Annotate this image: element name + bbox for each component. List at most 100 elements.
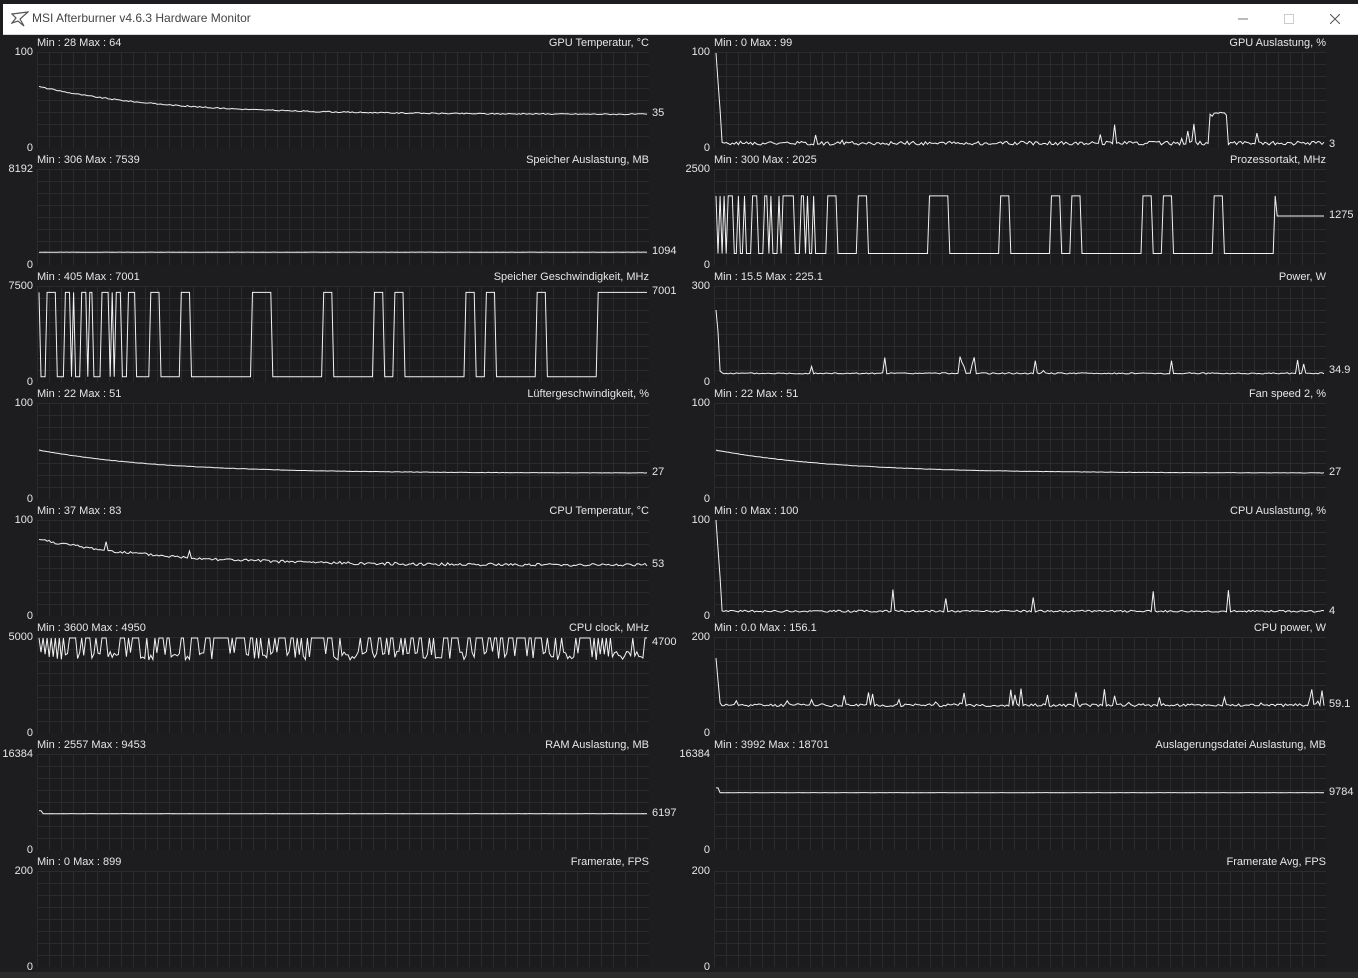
graph-panel-ram-usage[interactable]: Min : 2557 Max : 9453 RAM Auslastung, MB 1… xyxy=(2,738,676,856)
maximize-icon xyxy=(1284,14,1294,24)
graph-title: Framerate Avg, FPS xyxy=(1226,856,1326,868)
graph-line-framerate xyxy=(37,871,649,967)
graph-plot-area[interactable] xyxy=(37,286,649,382)
y-axis-min-label: 0 xyxy=(703,610,710,622)
series-line xyxy=(38,539,648,567)
y-axis-min-label: 0 xyxy=(26,727,33,739)
y-axis-min-label: 0 xyxy=(703,493,710,505)
maximize-button[interactable] xyxy=(1266,4,1312,34)
graph-panel-cpu-temp[interactable]: Min : 37 Max : 83 CPU Temperatur, °C 100 0 5… xyxy=(15,504,665,622)
graph-plot-area[interactable] xyxy=(714,519,1326,616)
current-value-label: 34.9 xyxy=(1329,363,1351,376)
graph-panel-mem-clock[interactable]: Min : 405 Max : 7001 Speicher Geschwindig… xyxy=(9,270,677,388)
graph-plot-area[interactable] xyxy=(714,871,1326,967)
graph-panel-framerate-avg[interactable]: Framerate Avg, FPS 200 0 xyxy=(692,855,1326,973)
graph-plot-area[interactable] xyxy=(714,52,1326,148)
series-line xyxy=(38,85,648,116)
series-line xyxy=(38,637,647,662)
graph-min-max-label: Min : 405 Max : 7001 xyxy=(37,271,140,283)
graph-line-framerate-avg xyxy=(714,871,1326,967)
graph-min-max-label: Min : 300 Max : 2025 xyxy=(714,154,817,166)
y-axis-min-label: 0 xyxy=(703,844,710,856)
y-axis-max-label: 16384 xyxy=(679,748,710,760)
graph-panel-core-clock[interactable]: Min : 300 Max : 2025 Prozessortakt, MHz 25… xyxy=(686,153,1354,271)
graph-panel-power[interactable]: Min : 15.5 Max : 225.1 Power, W 300 0 34.9 xyxy=(692,270,1351,388)
graph-plot-area[interactable] xyxy=(37,520,649,616)
graph-title: CPU power, W xyxy=(1253,622,1326,634)
graph-line-gpu-load xyxy=(715,52,1325,147)
graph-title: Framerate, FPS xyxy=(570,856,649,868)
y-axis-min-label: 0 xyxy=(703,376,710,388)
graph-plot-area[interactable] xyxy=(37,637,649,733)
y-axis-max-label: 8192 xyxy=(8,163,33,175)
graph-line-mem-clock xyxy=(38,291,647,378)
graph-panel-fan-speed[interactable]: Min : 22 Max : 51 Lüftergeschwindigkeit, … xyxy=(15,387,665,505)
graph-min-max-label: Min : 37 Max : 83 xyxy=(37,505,122,517)
graph-plot-area[interactable] xyxy=(714,637,1326,733)
graph-title: GPU Auslastung, % xyxy=(1229,37,1326,49)
graph-plot-area[interactable] xyxy=(714,754,1326,850)
y-axis-max-label: 100 xyxy=(14,46,33,58)
y-axis-min-label: 0 xyxy=(26,610,33,622)
y-axis-max-label: 100 xyxy=(14,397,33,409)
series-line xyxy=(38,291,647,378)
y-axis-max-label: 100 xyxy=(691,397,710,409)
graph-plot-area[interactable] xyxy=(37,169,649,265)
y-axis-min-label: 0 xyxy=(26,493,33,505)
current-value-label: 9784 xyxy=(1329,785,1354,798)
graph-title: Auslagerungsdatei Auslastung, MB xyxy=(1155,739,1326,751)
current-value-label: 1275 xyxy=(1329,209,1354,222)
y-axis-min-label: 0 xyxy=(703,727,710,739)
series-line xyxy=(715,658,1325,708)
current-value-label: 59.1 xyxy=(1329,697,1351,710)
graph-title: RAM Auslastung, MB xyxy=(545,739,649,751)
current-value-label: 4 xyxy=(1329,605,1336,618)
minimize-button[interactable] xyxy=(1220,4,1266,34)
graph-line-cpu-load xyxy=(715,519,1325,613)
graph-min-max-label: Min : 3600 Max : 4950 xyxy=(37,622,146,634)
graph-line-pagefile-usage xyxy=(716,787,1325,794)
afterburner-plane-icon xyxy=(11,11,29,27)
current-value-label: 27 xyxy=(1329,466,1342,479)
y-axis-max-label: 100 xyxy=(691,514,710,526)
graph-plot-area[interactable] xyxy=(714,169,1326,265)
graph-title: CPU Auslastung, % xyxy=(1230,505,1326,517)
graph-title: Lüftergeschwindigkeit, % xyxy=(527,388,649,400)
y-axis-max-label: 200 xyxy=(691,865,710,877)
graph-line-core-clock xyxy=(715,195,1324,254)
hardware-monitor-area[interactable]: Min : 28 Max : 64 GPU Temperatur, °C 100 0 3… xyxy=(2,35,1358,973)
graph-panel-cpu-load[interactable]: Min : 0 Max : 100 CPU Auslastung, % 100 0 4 xyxy=(692,504,1335,622)
graph-panel-pagefile-usage[interactable]: Min : 3992 Max : 18701 Auslagerungsdatei … xyxy=(679,738,1353,856)
graph-min-max-label: Min : 22 Max : 51 xyxy=(714,388,799,400)
graph-line-gpu-temp xyxy=(38,85,648,116)
window-bottom-edge xyxy=(0,972,1358,978)
graph-plot-area[interactable] xyxy=(714,286,1326,382)
graph-title: GPU Temperatur, °C xyxy=(548,37,649,49)
graph-title: CPU clock, MHz xyxy=(568,622,649,634)
close-button[interactable] xyxy=(1312,4,1358,34)
graph-min-max-label: Min : 0 Max : 100 xyxy=(714,505,799,517)
graph-plot-area[interactable] xyxy=(714,403,1326,499)
graph-panel-gpu-load[interactable]: Min : 0 Max : 99 GPU Auslastung, % 100 0 3 xyxy=(692,36,1335,154)
series-line xyxy=(715,309,1325,375)
graph-panel-framerate[interactable]: Min : 0 Max : 899 Framerate, FPS 200 0 xyxy=(15,855,649,973)
graph-line-fan-speed xyxy=(38,449,648,474)
title-bar[interactable]: MSI Afterburner v4.6.3 Hardware Monitor xyxy=(3,4,1358,35)
graph-panel-gpu-temp[interactable]: Min : 28 Max : 64 GPU Temperatur, °C 100 0 3… xyxy=(15,36,665,154)
graph-plot-area[interactable] xyxy=(37,403,649,499)
graph-min-max-label: Min : 2557 Max : 9453 xyxy=(37,739,146,751)
graph-panel-cpu-power[interactable]: Min : 0.0 Max : 156.1 CPU power, W 200 0 59.… xyxy=(692,621,1351,739)
current-value-label: 27 xyxy=(652,466,665,479)
graph-plot-area[interactable] xyxy=(37,871,649,967)
graph-plot-area[interactable] xyxy=(37,754,649,850)
graph-panel-mem-usage[interactable]: Min : 306 Max : 7539 Speicher Auslastung,… xyxy=(9,153,677,271)
graph-panel-fan-speed-2[interactable]: Min : 22 Max : 51 Fan speed 2, % 100 0 27 xyxy=(692,387,1342,505)
series-line xyxy=(39,810,648,815)
graph-min-max-label: Min : 0.0 Max : 156.1 xyxy=(714,622,817,634)
y-axis-max-label: 16384 xyxy=(2,748,33,760)
y-axis-max-label: 5000 xyxy=(8,631,33,643)
graph-plot-area[interactable] xyxy=(37,52,649,148)
graph-title: Power, W xyxy=(1278,271,1326,283)
graph-panel-cpu-clock[interactable]: Min : 3600 Max : 4950 CPU clock, MHz 5000 0… xyxy=(9,621,677,739)
graph-line-mem-usage xyxy=(38,251,648,253)
